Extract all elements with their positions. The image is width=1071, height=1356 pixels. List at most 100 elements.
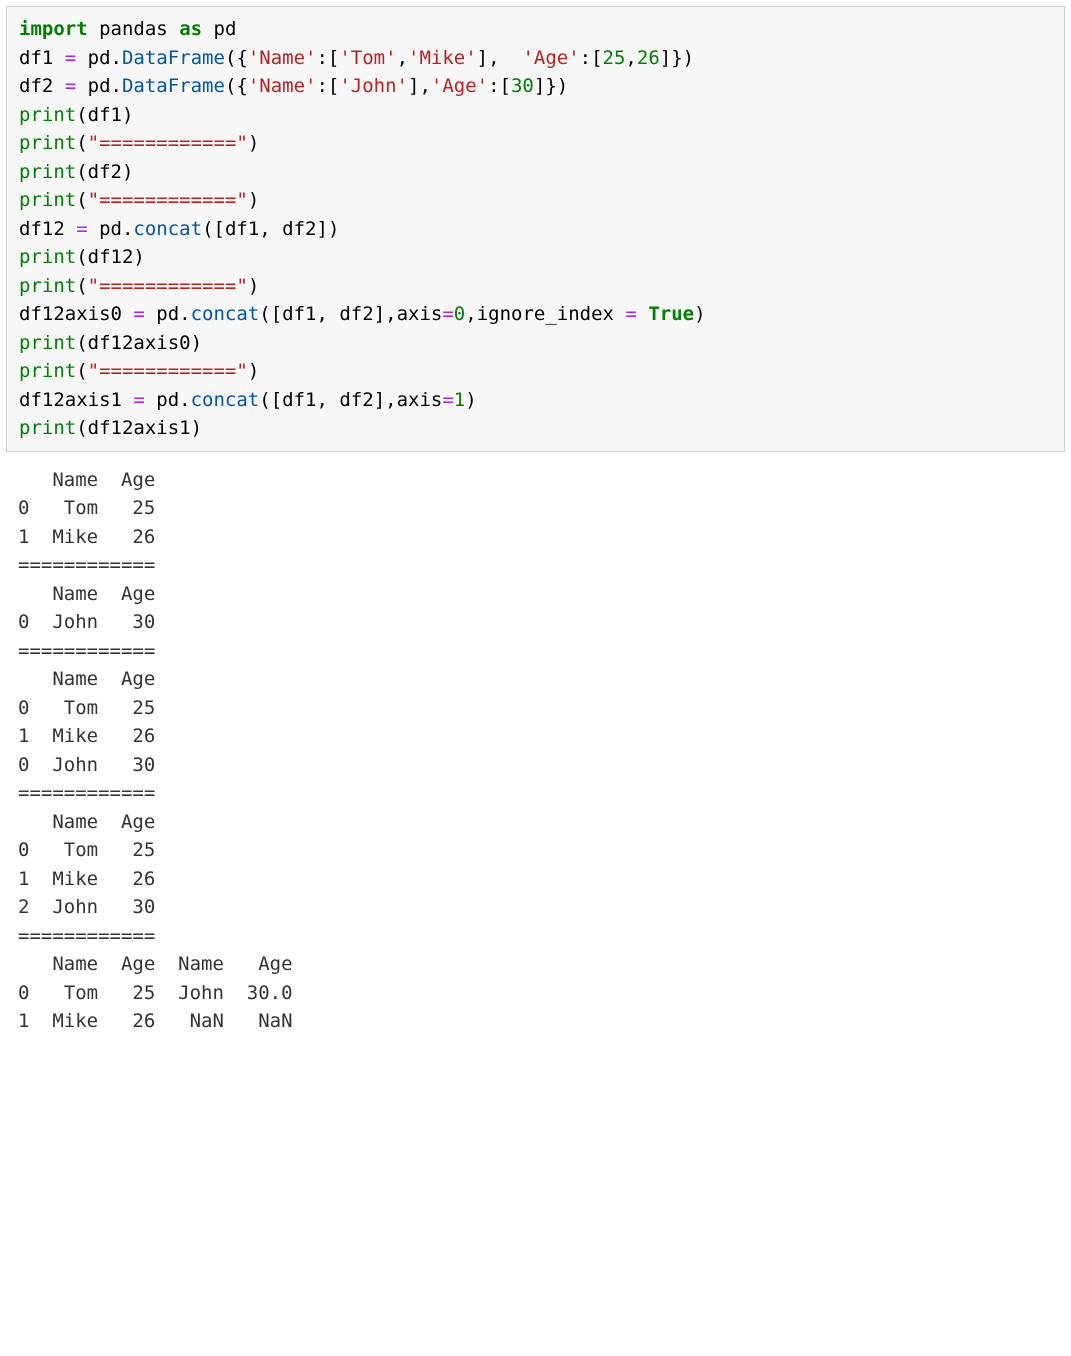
num-30: 30 <box>511 75 534 97</box>
punct: ], <box>374 303 397 325</box>
str-age: 'Age' <box>522 47 579 69</box>
punct: ) <box>133 246 144 268</box>
punct: :[ <box>580 47 603 69</box>
punct: :[ <box>316 47 339 69</box>
arg-df2: df2 <box>339 303 373 325</box>
arg-df12axis0: df12axis0 <box>88 332 191 354</box>
num-1: 1 <box>454 389 465 411</box>
arg-df2: df2 <box>282 218 316 240</box>
punct: ({ <box>225 75 248 97</box>
str-name: 'Name' <box>248 75 317 97</box>
punct: , <box>259 218 282 240</box>
keyword-true: True <box>648 303 694 325</box>
output-cell: Name Age 0 Tom 25 1 Mike 26 ============… <box>6 458 1065 1044</box>
str-sep: "============" <box>88 132 248 154</box>
fn-print: print <box>19 246 76 268</box>
punct: ) <box>191 417 202 439</box>
punct: }) <box>545 75 568 97</box>
punct: ] <box>534 75 545 97</box>
punct: ( <box>76 332 87 354</box>
str-sep: "============" <box>88 189 248 211</box>
fn-DataFrame: DataFrame <box>122 47 225 69</box>
pd-prefix: pd. <box>76 75 122 97</box>
punct: ]) <box>317 218 340 240</box>
code-cell: import pandas as pd df1 = pd.DataFrame({… <box>6 6 1065 452</box>
str-john: 'John' <box>339 75 408 97</box>
operator-eq: = <box>625 303 636 325</box>
operator-eq: = <box>65 75 76 97</box>
kwarg-axis: axis <box>397 389 443 411</box>
num-25: 25 <box>603 47 626 69</box>
pd-prefix: pd. <box>88 218 134 240</box>
punct: ) <box>248 189 259 211</box>
punct: ) <box>694 303 705 325</box>
punct: ) <box>191 332 202 354</box>
str-mike: 'Mike' <box>408 47 477 69</box>
fn-concat: concat <box>191 303 260 325</box>
spacer <box>500 47 523 69</box>
operator-eq: = <box>133 303 144 325</box>
punct: ( <box>76 275 87 297</box>
punct: ( <box>76 132 87 154</box>
var-df12axis1: df12axis1 <box>19 389 133 411</box>
fn-print: print <box>19 417 76 439</box>
var-df12: df12 <box>19 218 76 240</box>
pd-prefix: pd. <box>76 47 122 69</box>
punct: }) <box>671 47 694 69</box>
arg-df12: df12 <box>88 246 134 268</box>
var-df12axis0: df12axis0 <box>19 303 133 325</box>
punct: ) <box>122 104 133 126</box>
keyword-import: import <box>19 18 88 40</box>
arg-df1: df1 <box>225 218 259 240</box>
punct: , <box>397 47 408 69</box>
arg-df2: df2 <box>88 161 122 183</box>
punct: ) <box>248 132 259 154</box>
punct: ], <box>408 75 431 97</box>
punct: , <box>465 303 476 325</box>
pd-prefix: pd. <box>145 303 191 325</box>
fn-print: print <box>19 332 76 354</box>
str-sep: "============" <box>88 275 248 297</box>
arg-df1: df1 <box>282 389 316 411</box>
operator-eq: = <box>442 303 453 325</box>
operator-eq: = <box>442 389 453 411</box>
punct: , <box>316 303 339 325</box>
fn-print: print <box>19 275 76 297</box>
punct: ([ <box>202 218 225 240</box>
punct: ( <box>76 360 87 382</box>
operator-eq: = <box>133 389 144 411</box>
operator-eq: = <box>76 218 87 240</box>
punct: ], <box>374 389 397 411</box>
str-tom: 'Tom' <box>339 47 396 69</box>
punct: ] <box>660 47 671 69</box>
fn-print: print <box>19 189 76 211</box>
var-df1: df1 <box>19 47 65 69</box>
arg-df1: df1 <box>88 104 122 126</box>
operator-eq: = <box>65 47 76 69</box>
punct: , <box>316 389 339 411</box>
str-age: 'Age' <box>431 75 488 97</box>
punct: ], <box>477 47 500 69</box>
punct: ({ <box>225 47 248 69</box>
punct: ( <box>76 104 87 126</box>
str-sep: "============" <box>88 360 248 382</box>
punct: :[ <box>316 75 339 97</box>
arg-df12axis1: df12axis1 <box>88 417 191 439</box>
punct: ([ <box>259 389 282 411</box>
fn-DataFrame: DataFrame <box>122 75 225 97</box>
fn-print: print <box>19 104 76 126</box>
keyword-as: as <box>179 18 202 40</box>
pd-prefix: pd. <box>145 389 191 411</box>
kwarg-ignore-index: ignore_index <box>477 303 626 325</box>
punct: :[ <box>488 75 511 97</box>
arg-df1: df1 <box>282 303 316 325</box>
punct: ( <box>76 417 87 439</box>
punct: ([ <box>259 303 282 325</box>
var-df2: df2 <box>19 75 65 97</box>
punct: ( <box>76 161 87 183</box>
fn-print: print <box>19 132 76 154</box>
fn-print: print <box>19 161 76 183</box>
fn-concat: concat <box>133 218 202 240</box>
punct: ( <box>76 246 87 268</box>
kwarg-axis: axis <box>397 303 443 325</box>
